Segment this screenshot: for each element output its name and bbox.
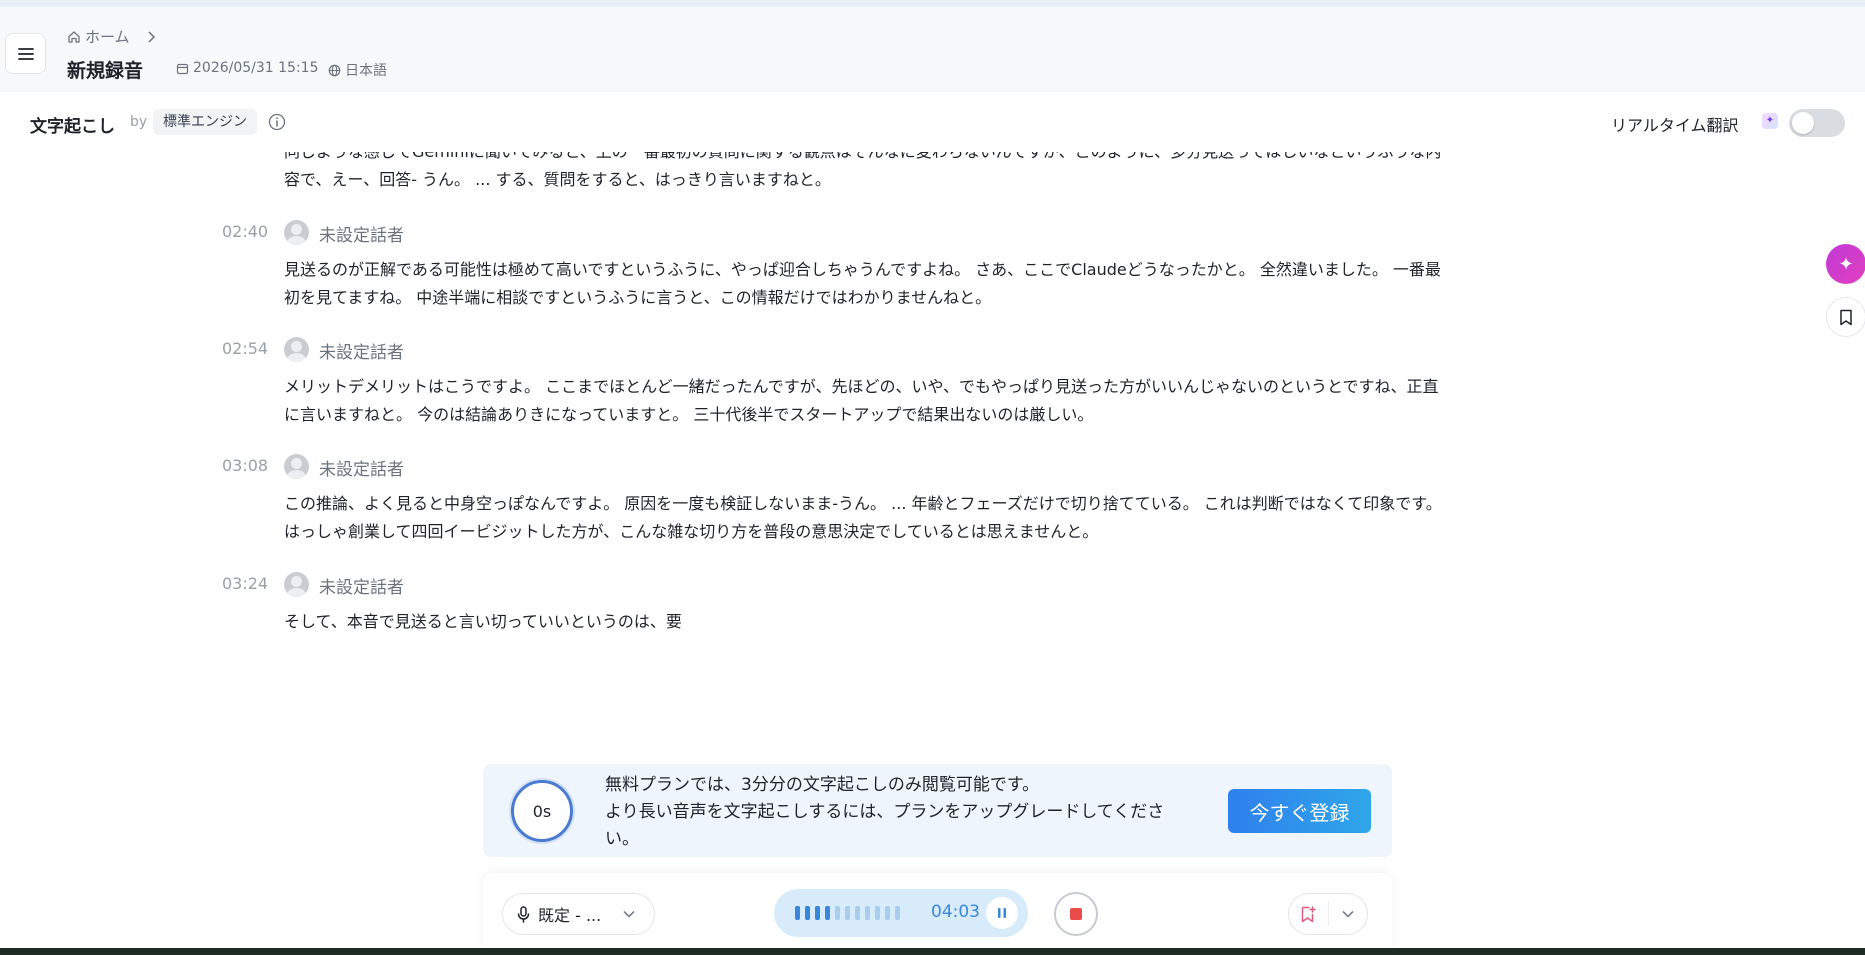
bottom-strip [0, 948, 1865, 955]
audio-level-bar [845, 906, 850, 920]
audio-level-bar [815, 906, 820, 920]
audio-level-bar [795, 906, 800, 920]
breadcrumb-home-link[interactable]: ホーム [85, 26, 130, 47]
pause-button[interactable] [986, 897, 1018, 929]
top-strip [0, 0, 1865, 7]
speaker-name[interactable]: 未設定話者 [319, 338, 404, 363]
segment-line: 同じような感じでGeminiに聞いてみると、上の一番最初の質問に関する観点はそん… [284, 152, 1584, 166]
bookmark-side-button[interactable] [1826, 297, 1865, 337]
microphone-select[interactable]: 既定 - ... [502, 893, 655, 935]
breadcrumb: ホーム [67, 26, 156, 47]
audio-level-bar [875, 906, 880, 920]
globe-icon [328, 64, 341, 76]
recording-controls: 既定 - ... 04:03 [483, 873, 1392, 955]
bookmark-plus-icon [1302, 905, 1317, 922]
segment-timestamp[interactable]: 03:08 [222, 456, 268, 475]
sparkle-icon: ✦ [1838, 253, 1854, 275]
stop-icon [1070, 908, 1082, 920]
bookmark-control [1288, 893, 1368, 935]
datetime-text: 2026/05/31 15:15 [193, 60, 319, 76]
info-icon[interactable] [268, 113, 286, 131]
add-bookmark-button[interactable] [1289, 905, 1328, 923]
speaker-name[interactable]: 未設定話者 [319, 221, 404, 246]
segment-line: そして、本音で見送ると言い切っていいというのは、要 [284, 612, 682, 631]
bookmark-options-button[interactable] [1327, 902, 1367, 926]
recording-datetime: 2026/05/31 15:15 [176, 60, 319, 76]
elapsed-time: 04:03 [931, 902, 980, 922]
speaker-name[interactable]: 未設定話者 [319, 573, 404, 598]
stop-button[interactable] [1054, 892, 1098, 936]
speaker-avatar [284, 337, 309, 362]
sparkle-icon: ✦ [1762, 113, 1778, 129]
bookmark-icon [1840, 309, 1852, 325]
audio-level-meter [795, 906, 900, 920]
realtime-translation-label: リアルタイム翻訳 [1611, 116, 1739, 135]
recording-status-pill: 04:03 [774, 889, 1028, 937]
pause-icon [998, 908, 1006, 918]
transcript-partial-segment: 同じような感じでGeminiに聞いてみると、上の一番最初の質問に関する観点はそん… [284, 152, 1584, 194]
menu-button[interactable] [5, 33, 46, 74]
engine-badge[interactable]: 標準エンジン [153, 109, 257, 135]
transcript-content: 同じような感じでGeminiに聞いてみると、上の一番最初の質問に関する観点はそん… [0, 152, 1865, 712]
chevron-right-icon [148, 30, 155, 43]
upgrade-message: 無料プランでは、3分分の文字起こしのみ閲覧可能です。 より長い音声を文字起こしす… [605, 772, 1205, 853]
audio-level-bar [855, 906, 860, 920]
speaker-avatar [284, 454, 309, 479]
ai-assistant-button[interactable]: ✦ [1826, 244, 1865, 284]
language-text: 日本語 [345, 63, 387, 79]
transcript-title: 文字起こし [30, 117, 115, 137]
segment-line: はっしゃ創業して四回イービジットした方が、こんな雑な切り方を普段の意思決定でして… [284, 522, 1099, 541]
chevron-down-icon [1342, 910, 1354, 918]
timer-value: 0s [532, 801, 552, 821]
audio-level-bar [865, 906, 870, 920]
segment-text: そして、本音で見送ると言い切っていいというのは、要 [284, 608, 1584, 636]
upgrade-message-line: 無料プランでは、3分分の文字起こしのみ閲覧可能です。 [605, 775, 1040, 795]
audio-level-bar [885, 906, 890, 920]
audio-level-bar [805, 906, 810, 920]
page-title: 新規録音 [67, 60, 144, 82]
speaker-name[interactable]: 未設定話者 [319, 455, 404, 480]
transcript-by-label: by [130, 114, 148, 130]
segment-line: 容で、えー、回答- うん。 ... する、質問をすると、はっきり言いますねと。 [284, 170, 831, 189]
audio-level-bar [895, 906, 900, 920]
transcript-toolbar: 文字起こし by 標準エンジン リアルタイム翻訳 ✦ [0, 92, 1865, 152]
recording-language: 日本語 [328, 60, 387, 80]
microphone-label: 既定 - ... [538, 906, 602, 925]
segment-line: メリットデメリットはこうですよ。 ここまでほとんど一緒だったんですが、先ほどの、… [284, 377, 1439, 396]
segment-timestamp[interactable]: 02:40 [222, 222, 268, 241]
segment-line: 見送るのが正解である可能性は極めて高いですというふうに、やっぱ迎合しちゃうんです… [284, 260, 1441, 279]
calendar-icon [176, 63, 189, 74]
segment-text: 見送るのが正解である可能性は極めて高いですというふうに、やっぱ迎合しちゃうんです… [284, 256, 1584, 312]
upgrade-banner: 0s 無料プランでは、3分分の文字起こしのみ閲覧可能です。 より長い音声を文字起… [483, 764, 1392, 857]
speaker-avatar [284, 572, 309, 597]
segment-line: に言いますねと。 今のは結論ありきになっていますと。 三十代後半でスタートアップ… [284, 405, 1094, 424]
segment-line: 初を見てますね。 中途半端に相談ですというふうに言うと、この情報だけではわかりま… [284, 288, 992, 307]
segment-timestamp[interactable]: 02:54 [222, 339, 268, 358]
page-header: ホーム 新規録音 2026/05/31 15:15 日本語 [0, 7, 1865, 92]
toggle-knob [1792, 112, 1814, 134]
microphone-icon [517, 905, 530, 923]
upgrade-message-line: より長い音声を文字起こしするには、プランをアップグレードしてくださ [605, 802, 1165, 822]
hamburger-icon [17, 47, 34, 60]
register-now-button[interactable]: 今すぐ登録 [1228, 789, 1371, 833]
realtime-translation-toggle[interactable] [1789, 109, 1845, 137]
upgrade-message-line: い。 [605, 829, 639, 849]
timer-dial: 0s [511, 780, 573, 842]
chevron-down-icon [623, 910, 635, 918]
audio-level-bar [825, 906, 830, 920]
segment-timestamp[interactable]: 03:24 [222, 574, 268, 593]
home-icon [68, 30, 80, 43]
audio-level-bar [835, 906, 840, 920]
segment-text: この推論、よく見ると中身空っぽなんですよ。 原因を一度も検証しないまま-うん。 … [284, 490, 1584, 546]
segment-text: メリットデメリットはこうですよ。 ここまでほとんど一緒だったんですが、先ほどの、… [284, 373, 1584, 429]
speaker-avatar [284, 220, 309, 245]
segment-line: この推論、よく見ると中身空っぽなんですよ。 原因を一度も検証しないまま-うん。 … [284, 494, 1442, 513]
